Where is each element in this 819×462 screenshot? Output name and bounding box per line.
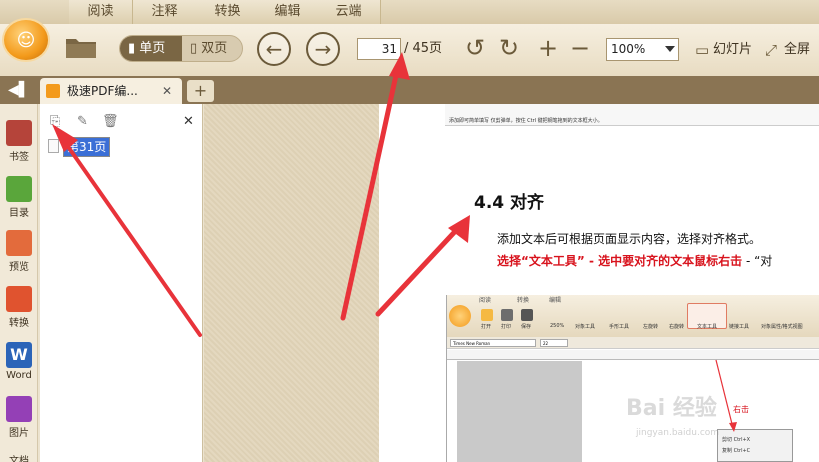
menu-tab-annotate[interactable]: 注释 [133,0,197,24]
menu-tab-edit[interactable]: 编辑 [256,0,320,24]
rotate-left-icon[interactable]: ↺ [465,34,485,62]
pdf-file-icon [46,84,60,98]
embedded-save-icon [521,309,533,321]
double-page-icon: ▯ [190,41,202,56]
page-top-note: 添加即可简单填写 仅剪弹单，按住 Ctrl 键把钢笔拖到的文本框大小。 [449,118,603,124]
page-icon [48,139,59,153]
menu-tab-read[interactable]: 阅读 [69,0,133,24]
sidebar-item-preview[interactable]: 预览 [0,230,38,273]
menu-tab-convert[interactable]: 转换 [196,0,260,24]
document-tab[interactable]: 极速PDF编... ✕ [40,78,182,104]
menu-tab-cloud[interactable]: 云端 [317,0,381,24]
page-number-input[interactable]: 31 [357,38,401,60]
bookmark-icon [6,120,32,146]
single-page-icon: ▮ [128,41,140,56]
embedded-screenshot: 阅读 转换 编辑 打开 打印 保存 250% 对象工具 手形工具 左旋转 右旋转… [446,295,819,462]
zoom-select[interactable]: 100% [606,38,679,61]
watermark-text: Bai 经验 [626,396,717,421]
arrow-left-icon: ← [265,37,283,61]
bookmark-toolbar: ⎘ ✎ 🗑 ✕ [40,114,203,136]
section-heading: 4.4 对齐 [474,193,545,213]
slideshow-icon: ▭ [695,41,710,59]
embedded-red-label: 右击 [733,405,749,414]
menu-tab-bar: 阅读 注释 转换 编辑 云端 [0,0,819,24]
convert-icon [6,286,32,312]
arrow-right-icon: → [314,37,332,61]
zoom-in-icon[interactable]: + [538,34,558,62]
sidebar-item-word[interactable]: W Word [0,342,38,381]
word-icon: W [6,342,32,368]
fullscreen-icon: ⤢ [765,41,778,59]
embedded-ruler [447,350,819,360]
sidebar-item-bookmarks[interactable]: 书签 [0,120,38,163]
embedded-open-icon [481,309,493,321]
watermark-url: jingyan.baidu.com [636,428,720,438]
delete-bookmark-icon[interactable]: 🗑 [102,114,119,129]
open-folder-icon[interactable] [64,34,98,60]
sidebar-item-toc[interactable]: 目录 [0,176,38,219]
close-panel-icon[interactable]: ✕ [183,114,194,129]
sidebar-item-convert[interactable]: 转换 [0,286,38,329]
embedded-gray-area [457,361,582,462]
close-tab-icon[interactable]: ✕ [162,78,172,104]
image-icon [6,396,32,422]
app-logo-icon[interactable]: ☺ [2,18,50,62]
sidebar-item-image[interactable]: 图片 [0,396,38,439]
view-mode-group: ▮ 单页 ▯ 双页 [119,35,243,62]
bookmark-panel: ⎘ ✎ 🗑 ✕ 第31页 [40,104,203,462]
embedded-print-icon [501,309,513,321]
fullscreen-button[interactable]: 全屏 [784,40,810,60]
page-total-label: / 45页 [404,41,443,56]
app-window: 阅读 注释 转换 编辑 云端 ☺ ▮ 单页 ▯ 双页 ← → 31 / 45页 … [0,0,819,462]
prev-page-button[interactable]: ← [257,32,291,66]
next-page-button[interactable]: → [306,32,340,66]
paragraph-2: 选择“文本工具” - 选中要对齐的文本鼠标右击 - “对 [497,254,773,268]
collapse-panel-icon[interactable]: ◀▌ [8,82,30,98]
edit-bookmark-icon[interactable]: ✎ [77,114,88,129]
double-page-button[interactable]: ▯ 双页 [184,36,242,61]
embedded-format-bar: Times New Roman 22 [447,337,819,349]
chevron-down-icon [665,46,675,52]
paragraph-1: 添加文本后可根据页面显示内容，选择对齐格式。 [497,232,762,246]
left-sidebar: 书签 目录 预览 转换 W Word 图片 文档 [0,104,38,462]
add-tab-button[interactable]: + [187,80,214,102]
add-bookmark-icon[interactable]: ⎘ [50,114,60,129]
single-page-button[interactable]: ▮ 单页 [120,36,182,61]
embedded-context-menu: 剪切 Ctrl+X 复制 Ctrl+C [717,429,793,462]
sidebar-item-doc[interactable]: 文档 [0,452,38,462]
rotate-right-icon[interactable]: ↻ [499,34,519,62]
zoom-out-icon[interactable]: − [570,34,590,62]
embedded-logo-icon [449,305,471,327]
toc-icon [6,176,32,202]
bookmark-label-edit[interactable]: 第31页 [62,137,111,157]
slideshow-button[interactable]: 幻灯片 [713,40,752,60]
preview-icon [6,230,32,256]
embedded-toolbar: 阅读 转换 编辑 打开 打印 保存 250% 对象工具 手形工具 左旋转 右旋转… [447,295,819,337]
